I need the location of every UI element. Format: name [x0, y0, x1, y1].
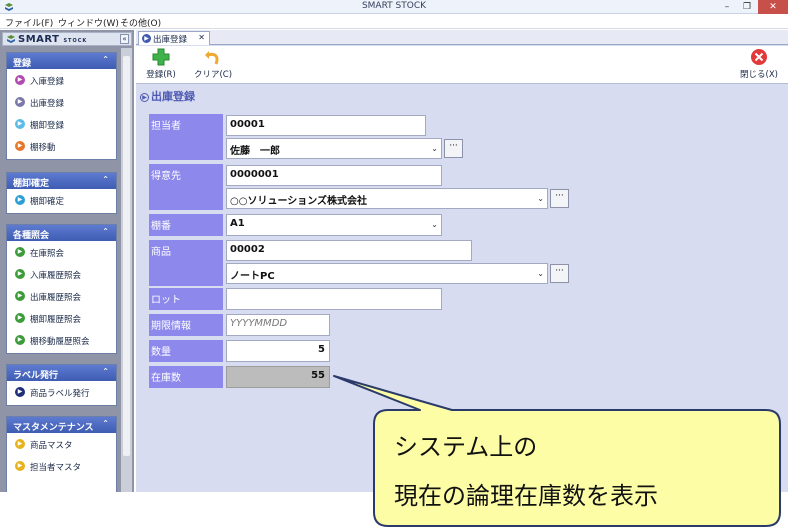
callout-line-1: システム上の: [394, 433, 538, 461]
callout-line-2: 現在の論理在庫数を表示: [394, 482, 658, 510]
